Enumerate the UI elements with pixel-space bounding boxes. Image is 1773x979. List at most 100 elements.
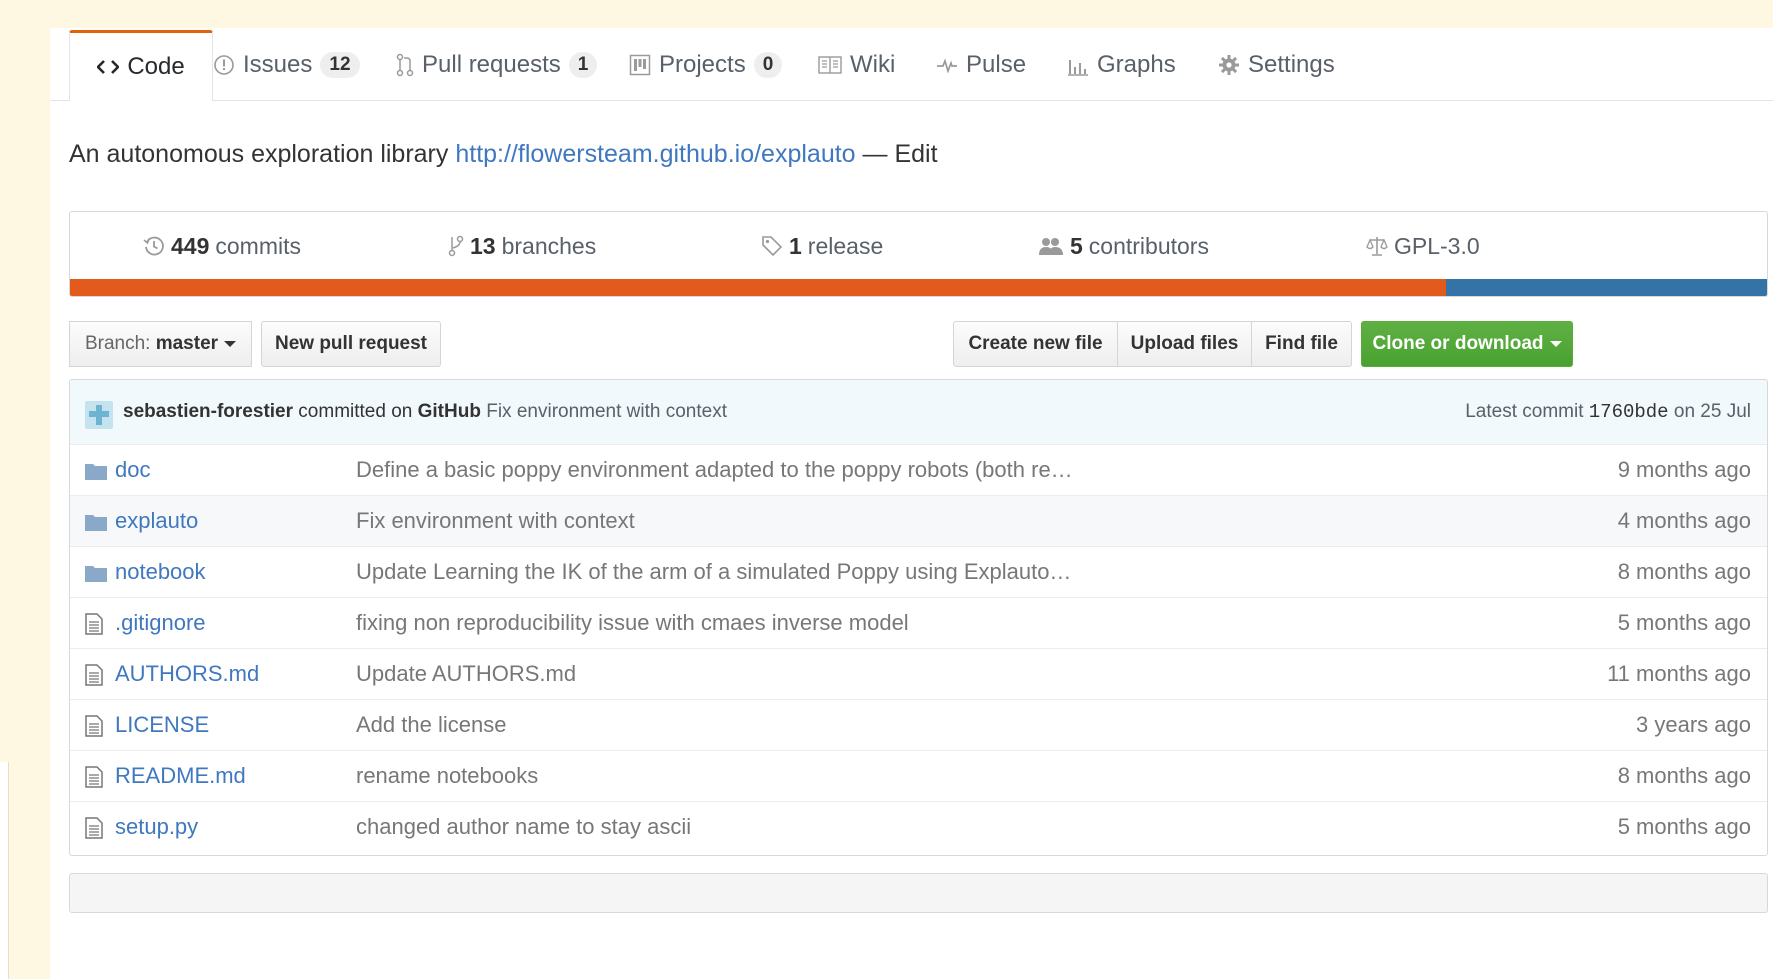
tab-pulse[interactable]: Pulse bbox=[936, 30, 1026, 100]
file-icon bbox=[85, 664, 103, 692]
graph-icon bbox=[1067, 54, 1089, 76]
table-row[interactable]: notebook Update Learning the IK of the a… bbox=[70, 546, 1767, 597]
tab-projects-label: Projects bbox=[659, 51, 746, 78]
branch-prefix: Branch: bbox=[84, 333, 151, 354]
file-icon bbox=[85, 715, 103, 743]
pull-request-icon bbox=[396, 53, 414, 77]
latest-commit-prefix: Latest commit bbox=[1465, 401, 1584, 422]
file-commit-message[interactable]: changed author name to stay ascii bbox=[356, 814, 691, 840]
tab-pull-requests-label: Pull requests bbox=[422, 51, 561, 78]
file-age: 9 months ago bbox=[1617, 457, 1751, 482]
upload-files-button[interactable]: Upload files bbox=[1117, 321, 1252, 367]
latest-commit-info: Latest commit 1760bde on 25 Jul bbox=[1465, 401, 1751, 423]
commit-author[interactable]: sebastien-forestier bbox=[123, 401, 293, 422]
contributors-link[interactable]: 5 contributors bbox=[1038, 212, 1209, 280]
commit-date: on 25 Jul bbox=[1673, 401, 1751, 422]
file-name[interactable]: AUTHORS.md bbox=[115, 661, 259, 687]
file-name[interactable]: doc bbox=[115, 457, 150, 483]
file-name[interactable]: README.md bbox=[115, 763, 246, 789]
file-age: 4 months ago bbox=[1617, 508, 1751, 533]
file-commit-message[interactable]: Define a basic poppy environment adapted… bbox=[356, 457, 1073, 483]
repo-description: An autonomous exploration library http:/… bbox=[69, 140, 938, 169]
new-pull-request-button[interactable]: New pull request bbox=[261, 321, 441, 367]
folder-icon bbox=[85, 460, 107, 486]
find-file-button[interactable]: Find file bbox=[1251, 321, 1352, 367]
table-row[interactable]: .gitignore fixing non reproducibility is… bbox=[70, 597, 1767, 648]
left-panel-edge bbox=[0, 762, 9, 979]
homepage-link[interactable]: http://flowersteam.github.io/explauto bbox=[455, 140, 855, 168]
pulse-icon bbox=[936, 57, 958, 73]
chevron-down-icon bbox=[224, 341, 237, 347]
description-edit[interactable]: — Edit bbox=[863, 140, 938, 168]
file-age: 5 months ago bbox=[1617, 610, 1751, 635]
tab-code[interactable]: Code bbox=[69, 30, 213, 101]
file-icon bbox=[85, 766, 103, 794]
table-row[interactable]: README.md rename notebooks 8 months ago bbox=[70, 750, 1767, 801]
tab-issues[interactable]: Issues 12 bbox=[213, 30, 360, 100]
commit-sha[interactable]: 1760bde bbox=[1589, 401, 1669, 423]
tab-settings-label: Settings bbox=[1248, 51, 1335, 78]
file-commit-message[interactable]: rename notebooks bbox=[356, 763, 538, 789]
book-icon bbox=[818, 56, 842, 74]
branches-link[interactable]: 13 branches bbox=[448, 212, 596, 280]
file-commit-message[interactable]: Add the license bbox=[356, 712, 506, 738]
releases-label: release bbox=[807, 232, 884, 259]
table-row[interactable]: doc Define a basic poppy environment ada… bbox=[70, 444, 1767, 495]
issues-counter: 12 bbox=[320, 52, 360, 78]
file-commit-message[interactable]: Update AUTHORS.md bbox=[356, 661, 576, 687]
file-table: sebastien-forestier committed on GitHub … bbox=[69, 379, 1768, 856]
tab-graphs[interactable]: Graphs bbox=[1067, 30, 1176, 100]
contributors-count: 5 bbox=[1070, 232, 1083, 259]
clone-or-download-button[interactable]: Clone or download bbox=[1361, 321, 1573, 367]
contributors-label: contributors bbox=[1088, 232, 1209, 259]
create-new-file-button[interactable]: Create new file bbox=[953, 321, 1118, 367]
tab-pulse-label: Pulse bbox=[966, 51, 1027, 78]
file-name[interactable]: explauto bbox=[115, 508, 198, 534]
license-link[interactable]: GPL-3.0 bbox=[1366, 212, 1480, 280]
tab-pull-requests[interactable]: Pull requests 1 bbox=[396, 30, 598, 100]
releases-count: 1 bbox=[789, 232, 802, 259]
file-commit-message[interactable]: fixing non reproducibility issue with cm… bbox=[356, 610, 909, 636]
commits-link[interactable]: 449 commits bbox=[143, 212, 301, 280]
language-bar-segment[interactable] bbox=[1446, 279, 1767, 296]
file-name[interactable]: notebook bbox=[115, 559, 206, 585]
tab-settings[interactable]: Settings bbox=[1218, 30, 1335, 100]
file-age: 8 months ago bbox=[1617, 559, 1751, 584]
license-label: GPL-3.0 bbox=[1394, 232, 1480, 259]
file-age: 8 months ago bbox=[1617, 763, 1751, 788]
commit-summary: sebastien-forestier committed on GitHub … bbox=[123, 401, 727, 423]
chevron-down-icon bbox=[1549, 341, 1562, 347]
repo-nav-tabs: Code Issues 12 Pull requests 1 Projects … bbox=[50, 28, 1773, 101]
clone-label: Clone or download bbox=[1372, 333, 1544, 354]
branches-label: branches bbox=[501, 232, 597, 259]
tab-projects[interactable]: Projects 0 bbox=[629, 30, 783, 100]
file-commit-message[interactable]: Fix environment with context bbox=[356, 508, 635, 534]
language-bar[interactable] bbox=[70, 279, 1767, 296]
numbers-summary: 449 commits 13 branches 1 release 5 cont… bbox=[69, 211, 1768, 297]
committed-on-text: committed on bbox=[298, 401, 413, 422]
file-name[interactable]: LICENSE bbox=[115, 712, 209, 738]
readme-header bbox=[69, 873, 1768, 913]
file-icon bbox=[85, 817, 103, 845]
commits-label: commits bbox=[215, 232, 301, 259]
branch-icon bbox=[448, 235, 464, 257]
tab-wiki[interactable]: Wiki bbox=[818, 30, 895, 100]
file-name[interactable]: setup.py bbox=[115, 814, 198, 840]
table-row[interactable]: setup.py changed author name to stay asc… bbox=[70, 801, 1767, 852]
tab-code-label: Code bbox=[127, 53, 185, 80]
project-icon bbox=[629, 54, 651, 76]
file-commit-message[interactable]: Update Learning the IK of the arm of a s… bbox=[356, 559, 1071, 585]
table-row[interactable]: LICENSE Add the license 3 years ago bbox=[70, 699, 1767, 750]
people-icon bbox=[1038, 236, 1064, 256]
avatar[interactable] bbox=[85, 401, 113, 429]
file-age: 11 months ago bbox=[1607, 661, 1751, 686]
file-name[interactable]: .gitignore bbox=[115, 610, 206, 636]
law-icon bbox=[1366, 235, 1388, 257]
releases-link[interactable]: 1 release bbox=[761, 212, 883, 280]
commit-message[interactable]: Fix environment with context bbox=[486, 401, 727, 422]
branch-select-button[interactable]: Branch: master bbox=[69, 321, 252, 367]
table-row[interactable]: AUTHORS.md Update AUTHORS.md 11 months a… bbox=[70, 648, 1767, 699]
file-icon bbox=[85, 613, 103, 641]
language-bar-segment[interactable] bbox=[70, 279, 1447, 296]
table-row[interactable]: explauto Fix environment with context 4 … bbox=[70, 495, 1767, 546]
